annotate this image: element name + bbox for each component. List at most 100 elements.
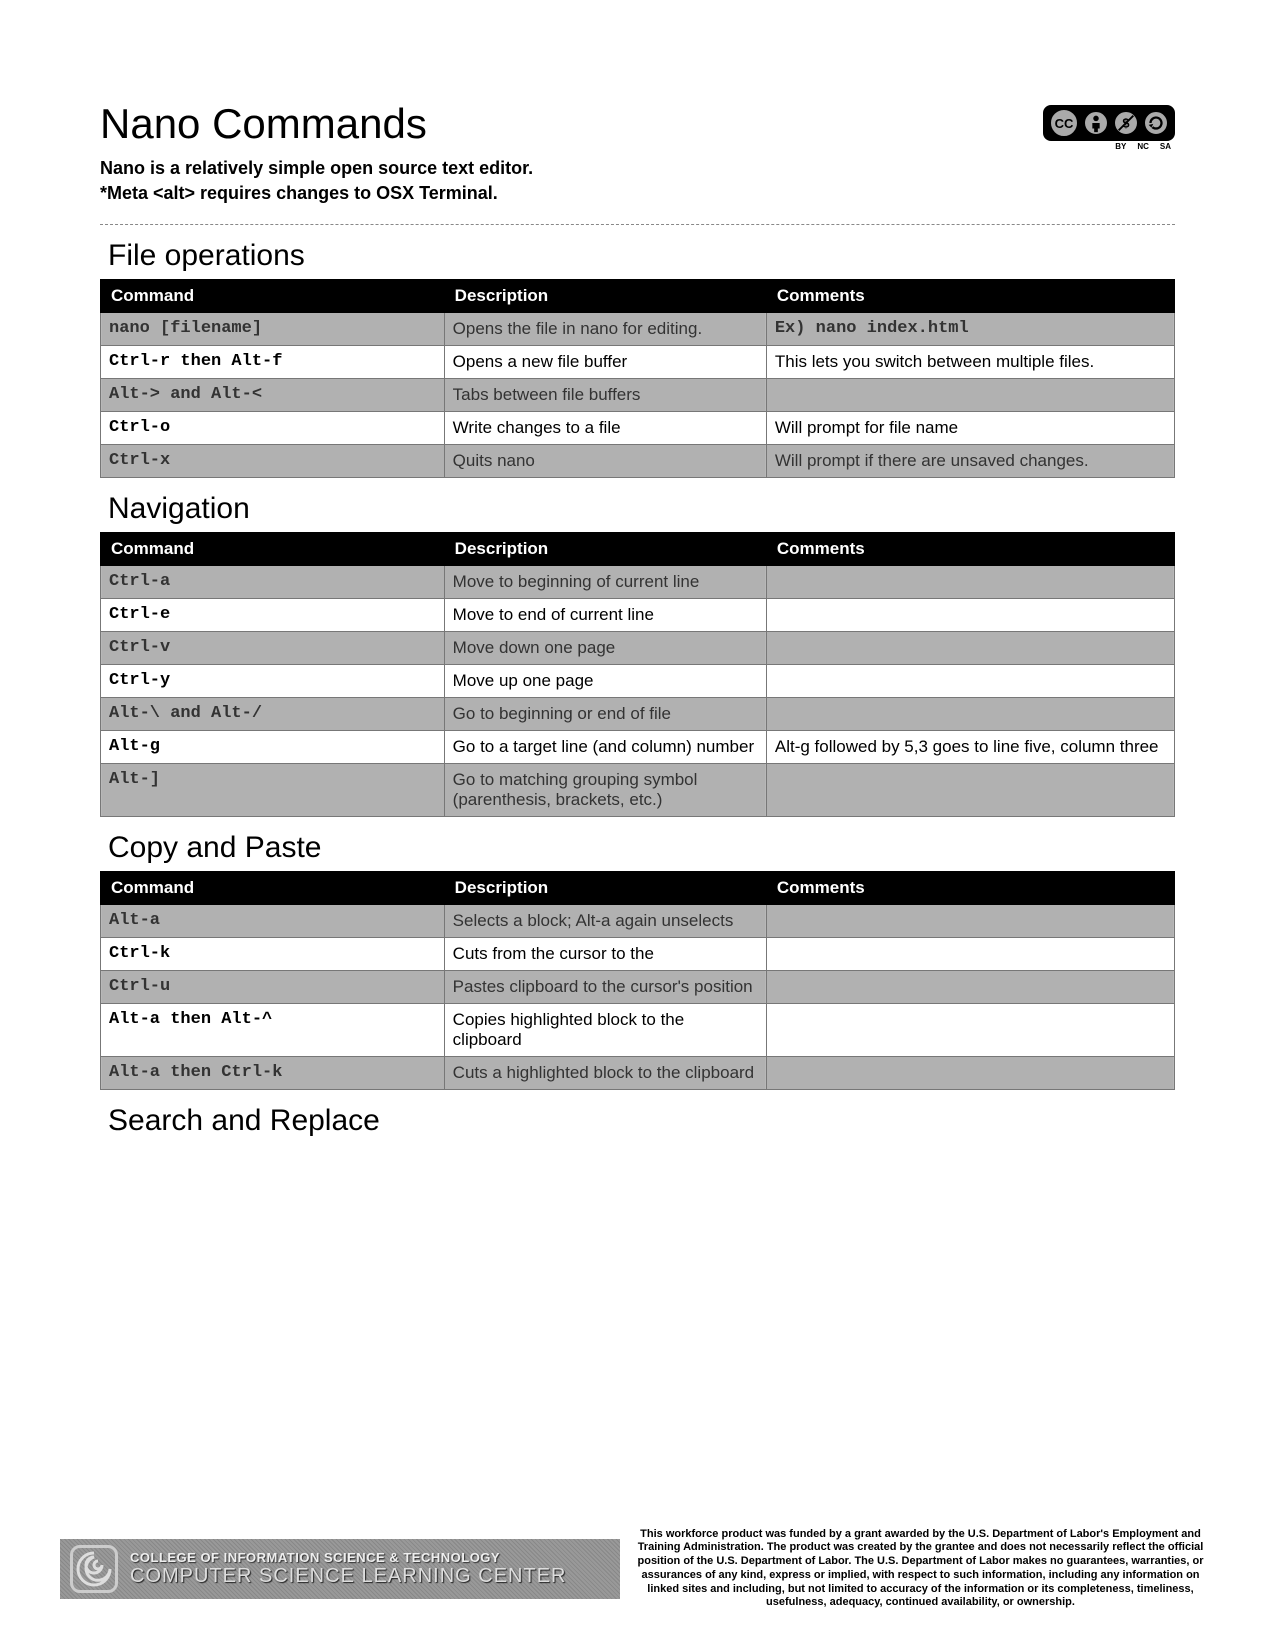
description-cell: Write changes to a file: [444, 412, 766, 445]
footer-org-line-2: COMPUTER SCIENCE LEARNING CENTER: [130, 1565, 567, 1587]
table-row: Ctrl-kCuts from the cursor to the: [101, 938, 1175, 971]
table-row: Alt-]Go to matching grouping symbol (par…: [101, 764, 1175, 817]
description-cell: Move down one page: [444, 632, 766, 665]
comments-cell: [766, 566, 1174, 599]
command-cell: Alt-]: [101, 764, 445, 817]
command-cell: Alt-> and Alt-<: [101, 379, 445, 412]
description-cell: Copies highlighted block to the clipboar…: [444, 1004, 766, 1057]
subtitle-line-1: Nano is a relatively simple open source …: [100, 156, 1175, 181]
header: Nano Commands Nano is a relatively simpl…: [100, 100, 1175, 206]
table-header: Command: [101, 280, 445, 313]
section-title: Copy and Paste: [108, 831, 1175, 865]
comments-cell: [766, 665, 1174, 698]
by-icon: [1083, 110, 1109, 136]
description-cell: Cuts from the cursor to the: [444, 938, 766, 971]
nc-icon: $: [1113, 110, 1139, 136]
comments-cell: [766, 1057, 1174, 1090]
comments-cell: [766, 971, 1174, 1004]
description-cell: Cuts a highlighted block to the clipboar…: [444, 1057, 766, 1090]
table-row: Alt-a then Ctrl-kCuts a highlighted bloc…: [101, 1057, 1175, 1090]
section-title: Search and Replace: [108, 1104, 1175, 1138]
table-row: Ctrl-uPastes clipboard to the cursor's p…: [101, 971, 1175, 1004]
section-title: File operations: [108, 239, 1175, 273]
divider: [100, 224, 1175, 225]
command-cell: Alt-g: [101, 731, 445, 764]
table-row: Ctrl-eMove to end of current line: [101, 599, 1175, 632]
footer-logo: COLLEGE OF INFORMATION SCIENCE & TECHNOL…: [60, 1539, 620, 1599]
table-row: nano [filename]Opens the file in nano fo…: [101, 313, 1175, 346]
command-cell: Alt-a: [101, 905, 445, 938]
footer: COLLEGE OF INFORMATION SCIENCE & TECHNOL…: [0, 1528, 1275, 1611]
description-cell: Pastes clipboard to the cursor's positio…: [444, 971, 766, 1004]
comments-cell: Will prompt for file name: [766, 412, 1174, 445]
comments-cell: Alt-g followed by 5,3 goes to line five,…: [766, 731, 1174, 764]
command-cell: Ctrl-e: [101, 599, 445, 632]
table-header: Description: [444, 280, 766, 313]
table-header: Command: [101, 533, 445, 566]
description-cell: Quits nano: [444, 445, 766, 478]
description-cell: Selects a block; Alt-a again unselects: [444, 905, 766, 938]
command-table: CommandDescriptionComments Ctrl-aMove to …: [100, 532, 1175, 817]
table-row: Alt-> and Alt-<Tabs between file buffers: [101, 379, 1175, 412]
table-header: Description: [444, 872, 766, 905]
table-header: Comments: [766, 533, 1174, 566]
description-cell: Go to beginning or end of file: [444, 698, 766, 731]
description-cell: Move to end of current line: [444, 599, 766, 632]
command-cell: Alt-\ and Alt-/: [101, 698, 445, 731]
table-row: Ctrl-vMove down one page: [101, 632, 1175, 665]
cc-label-nc: NC: [1137, 142, 1149, 151]
sa-icon: [1143, 110, 1169, 136]
command-cell: Ctrl-v: [101, 632, 445, 665]
description-cell: Opens the file in nano for editing.: [444, 313, 766, 346]
description-cell: Tabs between file buffers: [444, 379, 766, 412]
comments-cell: [766, 1004, 1174, 1057]
comments-cell: [766, 599, 1174, 632]
footer-disclaimer: This workforce product was funded by a g…: [620, 1528, 1215, 1611]
comments-cell: [766, 764, 1174, 817]
table-header: Command: [101, 872, 445, 905]
command-cell: Ctrl-y: [101, 665, 445, 698]
cc-label-by: BY: [1115, 142, 1126, 151]
comments-cell: [766, 632, 1174, 665]
cc-label-sa: SA: [1160, 142, 1171, 151]
section-title: Navigation: [108, 492, 1175, 526]
comments-cell: This lets you switch between multiple fi…: [766, 346, 1174, 379]
comments-cell: Ex) nano index.html: [766, 313, 1174, 346]
description-cell: Move to beginning of current line: [444, 566, 766, 599]
table-row: Alt-\ and Alt-/Go to beginning or end of…: [101, 698, 1175, 731]
command-cell: Ctrl-a: [101, 566, 445, 599]
table-row: Ctrl-yMove up one page: [101, 665, 1175, 698]
command-cell: Alt-a then Alt-^: [101, 1004, 445, 1057]
table-header: Description: [444, 533, 766, 566]
command-cell: Alt-a then Ctrl-k: [101, 1057, 445, 1090]
command-table: CommandDescriptionCommentsnano [filename…: [100, 279, 1175, 478]
table-header: Comments: [766, 280, 1174, 313]
description-cell: Opens a new file buffer: [444, 346, 766, 379]
command-table: CommandDescriptionComments Alt-aSelects a…: [100, 871, 1175, 1090]
command-cell: Ctrl-o: [101, 412, 445, 445]
comments-cell: Will prompt if there are unsaved changes…: [766, 445, 1174, 478]
table-row: Alt-gGo to a target line (and column) nu…: [101, 731, 1175, 764]
table-header: Comments: [766, 872, 1174, 905]
description-cell: Go to a target line (and column) number: [444, 731, 766, 764]
command-cell: nano [filename]: [101, 313, 445, 346]
page-title: Nano Commands: [100, 100, 1175, 148]
table-row: Ctrl-oWrite changes to a fileWill prompt…: [101, 412, 1175, 445]
comments-cell: [766, 938, 1174, 971]
comments-cell: [766, 379, 1174, 412]
spiral-icon: [70, 1545, 118, 1593]
description-cell: Go to matching grouping symbol (parenthe…: [444, 764, 766, 817]
cc-icon: CC: [1049, 108, 1079, 138]
table-row: Ctrl-r then Alt-fOpens a new file buffer…: [101, 346, 1175, 379]
subtitle-line-2: *Meta <alt> requires changes to OSX Term…: [100, 181, 1175, 206]
footer-org-line-1: COLLEGE OF INFORMATION SCIENCE & TECHNOL…: [130, 1551, 567, 1565]
subtitle: Nano is a relatively simple open source …: [100, 156, 1175, 206]
table-row: Alt-a then Alt-^Copies highlighted block…: [101, 1004, 1175, 1057]
comments-cell: [766, 698, 1174, 731]
description-cell: Move up one page: [444, 665, 766, 698]
command-cell: Ctrl-x: [101, 445, 445, 478]
cc-license-badge: CC $ BY NC SA: [1043, 105, 1175, 151]
command-cell: Ctrl-r then Alt-f: [101, 346, 445, 379]
table-row: Ctrl-xQuits nanoWill prompt if there are…: [101, 445, 1175, 478]
command-cell: Ctrl-u: [101, 971, 445, 1004]
